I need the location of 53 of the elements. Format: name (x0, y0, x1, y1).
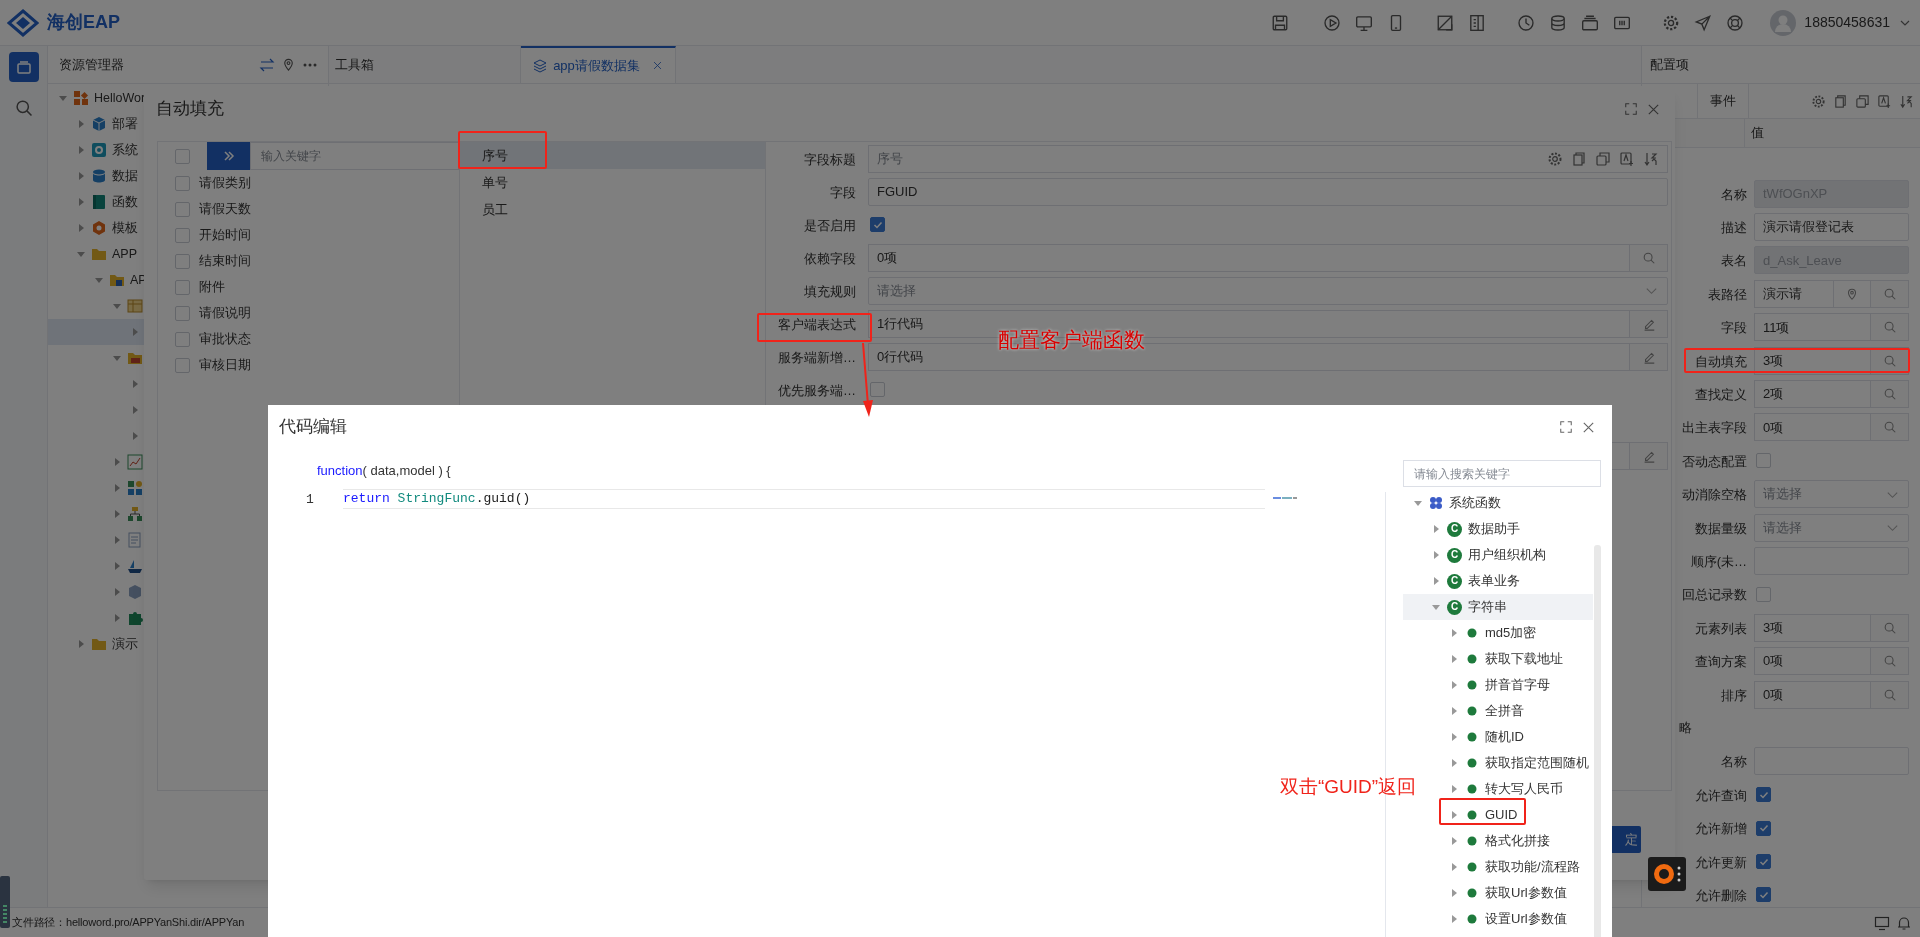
field-label: 顺序(未… (1690, 554, 1747, 569)
field-label: 排序 (1721, 687, 1747, 703)
field-label: 表名 (1721, 253, 1747, 269)
field-name: 附件 (199, 278, 225, 297)
class-badge: C (1447, 521, 1462, 537)
field-label: 查询方案 (1695, 654, 1747, 670)
section-title: 略 (1679, 719, 1692, 738)
field-label: 允许删除 (1695, 887, 1747, 903)
class-badge: C (1447, 599, 1462, 615)
panel-title: 资源管理器 (59, 55, 124, 74)
field-name: 请假天数 (199, 200, 251, 219)
column-header: 值 (1751, 124, 1764, 143)
field-label: 回总记录数 (1682, 587, 1747, 603)
field-label: 服务端新增… (778, 349, 856, 365)
field-label: 表路径 (1708, 286, 1747, 302)
field-label: 字段 (1721, 320, 1747, 336)
field-label: 元素列表 (1695, 620, 1747, 636)
field-name: 开始时间 (199, 226, 251, 245)
field-label: 依赖字段 (804, 250, 856, 266)
panel-title: 配置项 (1650, 55, 1689, 74)
field-label: 名称 (1721, 186, 1747, 202)
field-label: 允许查询 (1695, 787, 1747, 803)
field-label: 名称 (1721, 754, 1747, 770)
field-label: 动消除空格 (1682, 487, 1747, 503)
field-label: 允许新增 (1695, 821, 1747, 837)
field-name: 请假类别 (199, 174, 251, 193)
field-label: 查找定义 (1695, 387, 1747, 403)
annotation-text: 双击“GUID”返回 (1280, 775, 1417, 799)
field-label: 字段 (830, 184, 856, 200)
function-signature: function( data,model ) { (317, 462, 451, 480)
file-path: 文件路径：helloword.pro/APPYanShi.dir/APPYan (12, 915, 245, 931)
field-name: 请假说明 (199, 304, 251, 323)
code-line: return StringFunc.guid() (343, 489, 1265, 509)
field-label: 优先服务端… (778, 382, 856, 398)
field-label: 否动态配置 (1682, 453, 1747, 469)
class-badge: C (1447, 547, 1462, 563)
field-label: 数据量级 (1695, 520, 1747, 536)
field-label: 允许更新 (1695, 854, 1747, 870)
field-label: 客户端表达式 (778, 316, 856, 332)
field-label: 字段标题 (804, 151, 856, 167)
app-logo-text: 海创EAP (47, 11, 120, 34)
field-label: 出主表字段 (1682, 420, 1747, 436)
field-label: 描述 (1721, 220, 1747, 236)
field-label: 填充规则 (804, 283, 856, 299)
field-name: 审批状态 (199, 330, 251, 349)
line-number: 1 (306, 491, 314, 509)
field-name: 审核日期 (199, 356, 251, 375)
field-label: 自动填充 (1695, 353, 1747, 369)
dialog-title: 代码编辑 (279, 416, 347, 439)
class-badge: C (1447, 573, 1462, 589)
field-name: 结束时间 (199, 252, 251, 271)
field-label: 是否启用 (804, 217, 856, 233)
dialog-title: 自动填充 (156, 98, 224, 121)
